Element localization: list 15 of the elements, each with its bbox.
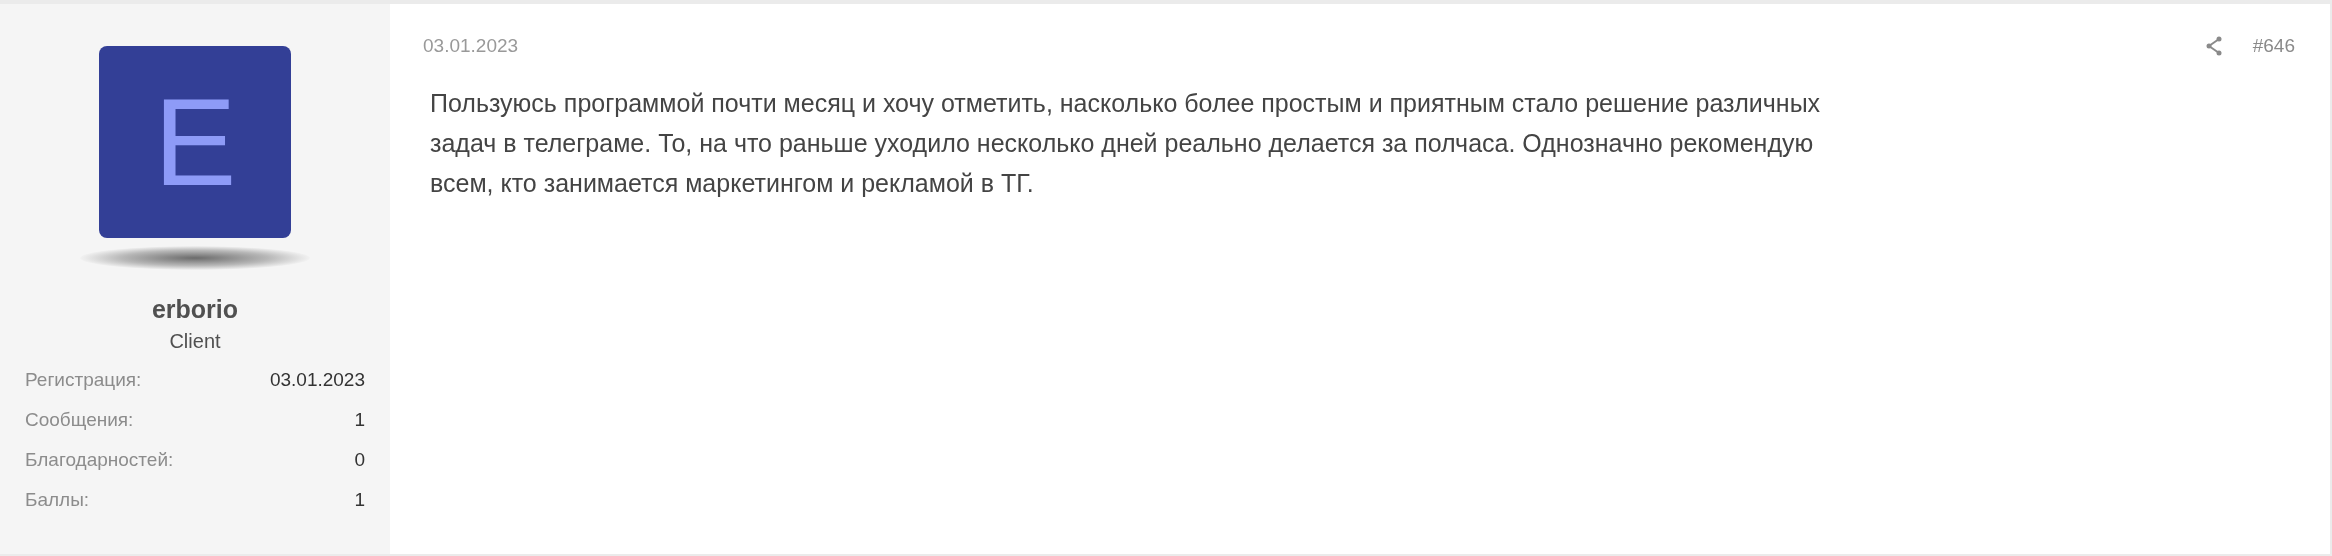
share-icon[interactable] [2204, 36, 2223, 57]
stat-value: 0 [354, 447, 365, 472]
stat-label: Регистрация: [25, 367, 142, 392]
stat-label: Благодарностей: [25, 447, 174, 472]
user-title: Client [169, 329, 221, 354]
stat-label: Баллы: [25, 487, 90, 512]
stat-value: 03.01.2023 [269, 367, 365, 392]
stat-value: 1 [354, 407, 365, 432]
stat-value: 1 [354, 487, 365, 512]
post-number[interactable]: #646 [2252, 32, 2295, 61]
username[interactable]: erborio [151, 292, 239, 326]
stat-label: Сообщения: [25, 407, 134, 432]
post-date[interactable]: 03.01.2023 [423, 32, 519, 61]
post-text: Пользуюсь программой почти месяц и хочу отметить, насколько более простым и приятным стало решение различных задач в телеграме. То, на что раньше уходило несколько дней реально делается за полчаса. Однозначно рекомендую всем, кто занимается маркетингом и рекламой в ТГ. [429, 87, 1822, 199]
avatar[interactable]: E [99, 46, 291, 238]
